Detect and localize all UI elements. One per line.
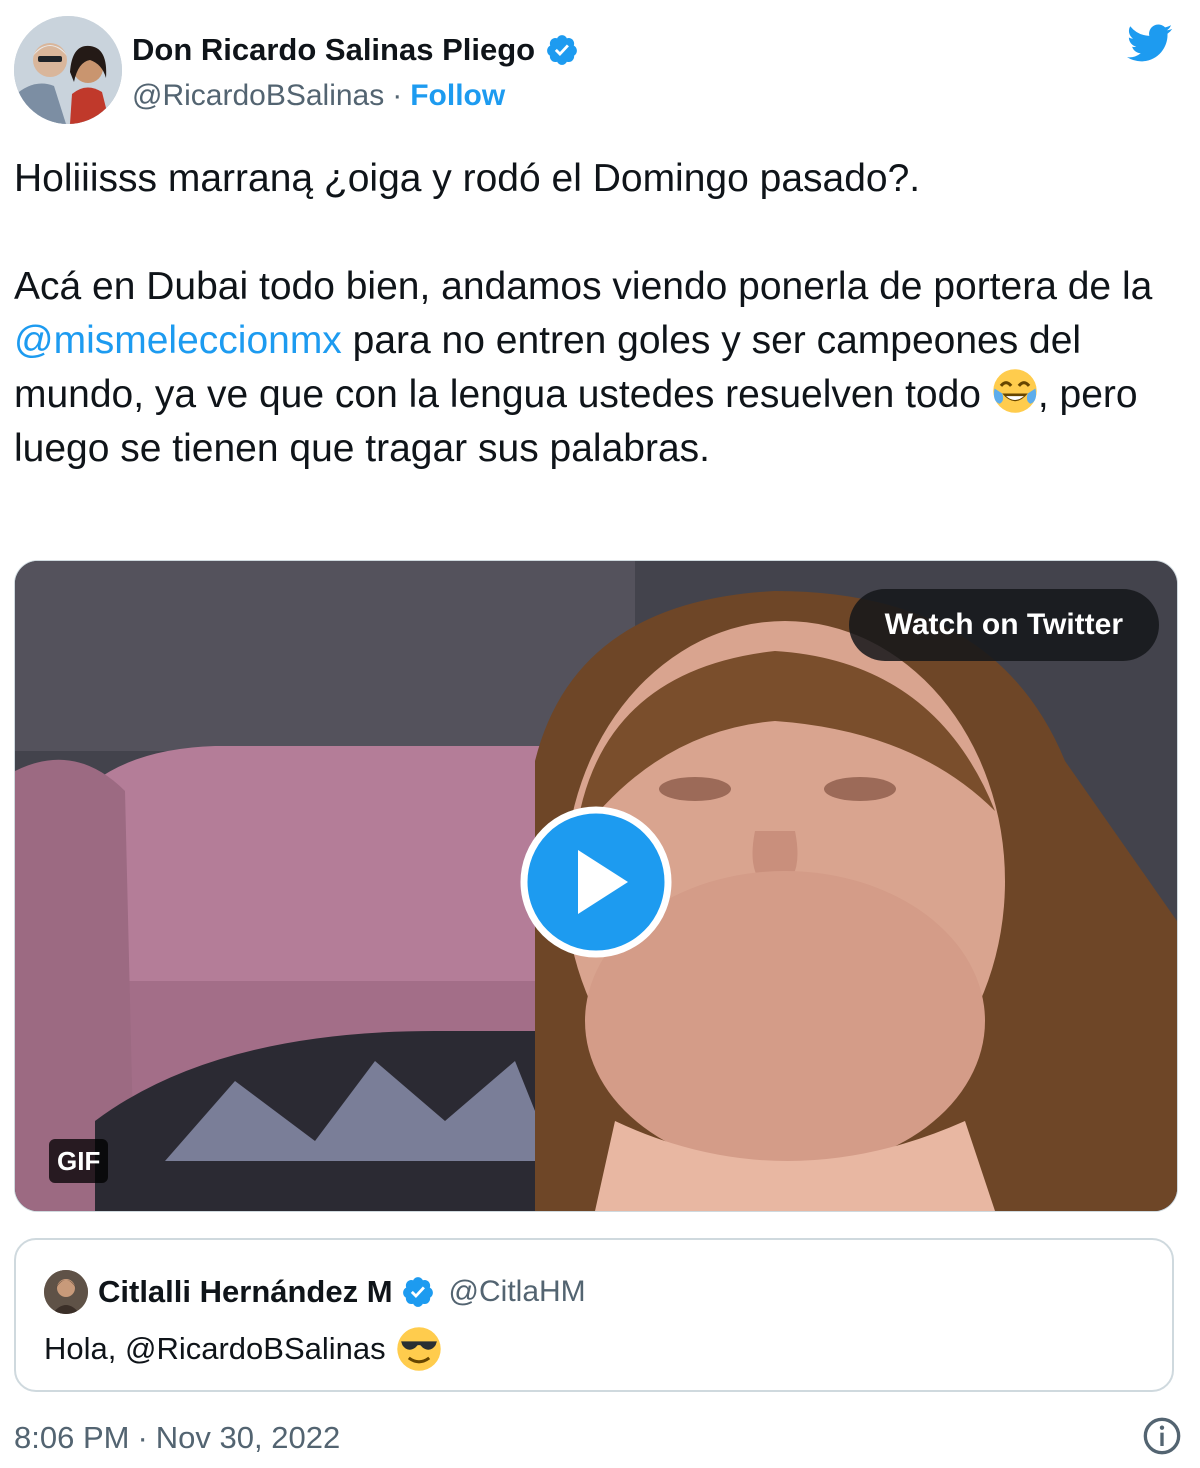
author-avatar[interactable]: [14, 16, 122, 124]
tweet-body: Holiiisss marraną ¿oiga y rodó el Doming…: [14, 152, 1184, 476]
info-icon[interactable]: [1142, 1416, 1182, 1456]
tweet-header: Don Ricardo Salinas Pliego @RicardoBSali…: [14, 14, 1186, 126]
quoted-text: Hola, @RicardoBSalinas: [44, 1331, 386, 1366]
quoted-handle: @CitlaHM: [448, 1275, 586, 1308]
mention-link[interactable]: @mismeleccionmx: [14, 319, 342, 362]
tweet-time: 8:06 PM: [14, 1420, 130, 1455]
author-handle[interactable]: @RicardoBSalinas: [132, 79, 384, 113]
gif-media[interactable]: Watch on Twitter GIF: [14, 560, 1178, 1212]
timestamp-separator: ·: [137, 1420, 148, 1455]
handle-separator: ·: [392, 79, 403, 112]
watch-on-twitter-button[interactable]: Watch on Twitter: [848, 589, 1159, 661]
quoted-avatar-photo: [44, 1270, 88, 1314]
author-handle-row: @RicardoBSalinas · Follow: [132, 76, 505, 116]
gif-badge: GIF: [49, 1139, 109, 1183]
verified-badge-icon: [547, 35, 577, 65]
follow-button[interactable]: Follow: [410, 79, 505, 113]
quoted-tweet[interactable]: Citlalli Hernández M @CitlaHM Hola, @Ric…: [14, 1238, 1174, 1392]
smiling-face-with-sunglasses-icon: [396, 1327, 441, 1371]
author-display-name[interactable]: Don Ricardo Salinas Pliego: [132, 32, 535, 68]
twitter-bird-icon[interactable]: [1124, 20, 1176, 66]
tweet-text-segment: Acá en Dubai todo bien, andamos viendo p…: [14, 265, 1153, 308]
quoted-author-avatar: [44, 1270, 88, 1314]
quoted-name-row: Citlalli Hernández M @CitlaHM: [98, 1270, 586, 1314]
verified-badge-icon: [402, 1277, 433, 1307]
tweet-timestamp[interactable]: 8:06 PM · Nov 30, 2022: [14, 1416, 340, 1460]
play-icon[interactable]: [520, 806, 672, 958]
author-name-row: Don Ricardo Salinas Pliego: [132, 28, 579, 72]
tweet-paragraph-2: Acá en Dubai todo bien, andamos viendo p…: [14, 260, 1184, 476]
avatar-photo: [14, 16, 122, 124]
tweet-line-1: Holiiisss marraną ¿oiga y rodó el Doming…: [14, 157, 921, 200]
quoted-display-name: Citlalli Hernández M: [98, 1274, 393, 1309]
face-with-tears-of-joy-icon: [993, 369, 1037, 413]
tweet-date: Nov 30, 2022: [155, 1420, 341, 1455]
quoted-text-row: Hola, @RicardoBSalinas: [44, 1326, 442, 1372]
